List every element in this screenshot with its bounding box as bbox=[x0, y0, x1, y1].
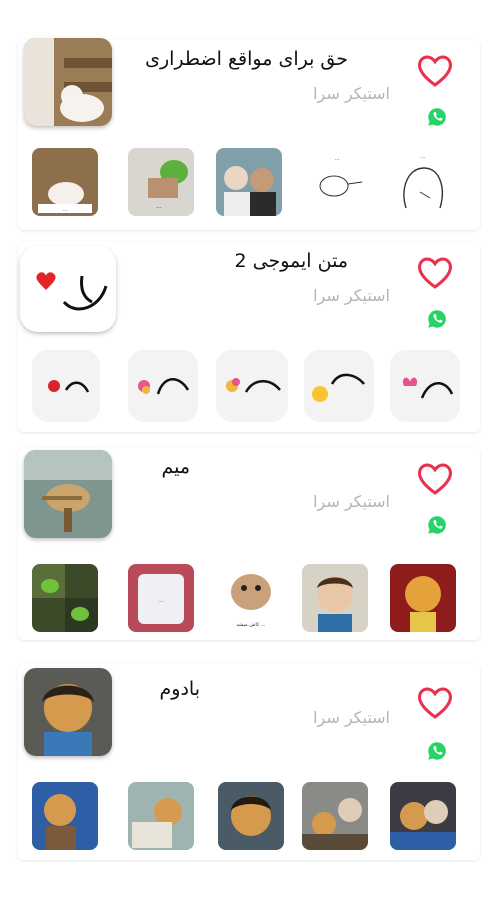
pack-author: استیکر سرا bbox=[313, 708, 390, 727]
pack-title: میم bbox=[161, 456, 190, 478]
sticker-boy[interactable] bbox=[302, 564, 368, 632]
sticker-pack-card[interactable]: میم استیکر سرا ... کاش میشد ... bbox=[18, 448, 480, 640]
whatsapp-icon[interactable] bbox=[426, 106, 448, 128]
pack-author: استیکر سرا bbox=[313, 84, 390, 103]
whatsapp-icon[interactable] bbox=[426, 740, 448, 762]
sticker-row: ... کاش میشد ... bbox=[32, 564, 472, 634]
heart-icon[interactable] bbox=[416, 54, 454, 88]
sticker-calligraphy-rose[interactable] bbox=[32, 350, 100, 422]
sticker-white-bag[interactable]: ... bbox=[128, 564, 194, 632]
pack-thumbnail[interactable] bbox=[24, 38, 112, 126]
sticker-caption: کاش میشد ... bbox=[236, 622, 266, 628]
sticker-puppet-3[interactable] bbox=[218, 782, 284, 850]
sticker-row bbox=[32, 782, 472, 852]
sticker-frog[interactable]: ... bbox=[128, 148, 194, 216]
sticker-puppet[interactable] bbox=[390, 564, 456, 632]
heart-icon[interactable] bbox=[416, 686, 454, 720]
svg-text:...: ... bbox=[421, 154, 426, 160]
sticker-row: ... ... ... ... bbox=[32, 148, 472, 218]
sticker-pack-card[interactable]: بادوم استیکر سرا bbox=[18, 664, 480, 860]
heart-icon[interactable] bbox=[416, 256, 454, 290]
sticker-drawing-blob[interactable]: ... bbox=[390, 148, 456, 216]
sticker-row bbox=[32, 350, 472, 422]
pack-title: متن ایموجی 2 bbox=[234, 250, 349, 272]
pack-author: استیکر سرا bbox=[313, 492, 390, 511]
whatsapp-icon[interactable] bbox=[426, 308, 448, 330]
whatsapp-icon[interactable] bbox=[426, 514, 448, 536]
calligraphy-heart bbox=[20, 246, 116, 332]
sticker-calligraphy-tulip[interactable] bbox=[390, 350, 460, 422]
sticker-dog[interactable]: کاش میشد ... bbox=[218, 564, 284, 632]
svg-text:...: ... bbox=[63, 207, 68, 213]
svg-text:...: ... bbox=[158, 597, 164, 604]
sticker-people[interactable] bbox=[216, 148, 282, 216]
sticker-calligraphy-smile[interactable] bbox=[304, 350, 374, 422]
sticker-pack-card[interactable]: حق برای مواقع اضطراری استیکر سرا ... ...… bbox=[18, 38, 480, 230]
sticker-calligraphy-bouquet[interactable] bbox=[216, 350, 288, 422]
cat-photo bbox=[24, 38, 112, 126]
sticker-puppet-2[interactable] bbox=[128, 782, 194, 850]
sticker-puppet-5[interactable] bbox=[390, 782, 456, 850]
pack-thumbnail[interactable] bbox=[20, 246, 116, 332]
pack-thumbnail[interactable] bbox=[24, 668, 112, 756]
bird-meme-photo bbox=[24, 450, 112, 538]
svg-text:...: ... bbox=[156, 203, 162, 210]
sticker-frogs-collage[interactable] bbox=[32, 564, 98, 632]
sticker-puppet-4[interactable] bbox=[302, 782, 368, 850]
sticker-pack-card[interactable]: متن ایموجی 2 استیکر سرا bbox=[18, 242, 480, 432]
sticker-drawing-bird[interactable]: ... bbox=[304, 148, 370, 216]
sticker-puppet-1[interactable] bbox=[32, 782, 98, 850]
svg-text:...: ... bbox=[335, 156, 340, 162]
sticker-calligraphy-flowers[interactable] bbox=[128, 350, 198, 422]
pack-title: حق برای مواقع اضطراری bbox=[145, 48, 348, 70]
pack-thumbnail[interactable] bbox=[24, 450, 112, 538]
pack-author: استیکر سرا bbox=[313, 286, 390, 305]
sticker-cat[interactable]: ... bbox=[32, 148, 98, 216]
heart-icon[interactable] bbox=[416, 462, 454, 496]
puppet-photo bbox=[24, 668, 112, 756]
pack-title: بادوم bbox=[159, 678, 200, 700]
